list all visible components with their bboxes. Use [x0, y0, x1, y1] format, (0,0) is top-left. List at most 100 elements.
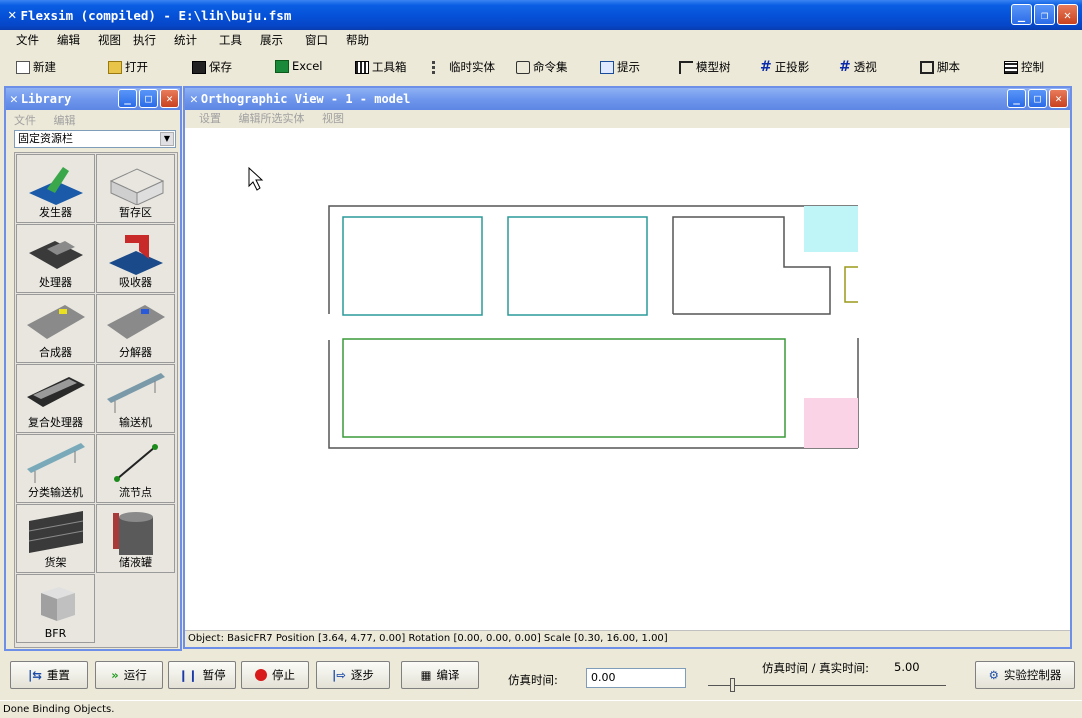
control-button[interactable]: 控制: [1004, 59, 1044, 75]
speed-ratio-label: 仿真时间 / 真实时间:: [762, 661, 870, 675]
menu-view[interactable]: 视图: [98, 32, 121, 48]
compile-icon: ▦: [420, 668, 432, 682]
library-menu-edit[interactable]: 编辑: [54, 114, 76, 127]
pause-icon: ❙❙: [178, 668, 198, 682]
area-box-1[interactable]: [342, 216, 483, 316]
outer-wall-top: [328, 205, 858, 314]
menu-file[interactable]: 文件: [16, 32, 39, 48]
library-item-sink[interactable]: 吸收器: [96, 224, 175, 293]
menu-statistics[interactable]: 统计: [174, 32, 197, 48]
maximize-icon[interactable]: □: [139, 89, 158, 108]
library-item-bfr[interactable]: BFR: [16, 574, 95, 643]
library-category-select[interactable]: 固定资源栏 ▼: [14, 130, 176, 148]
ortho-title-bar[interactable]: ✕ Orthographic View - 1 - model _ □ ✕: [185, 88, 1070, 110]
library-item-combiner[interactable]: 合成器: [16, 294, 95, 363]
flexsim-logo-icon: ✕: [8, 7, 17, 23]
conveyor-icon: [107, 373, 165, 413]
run-icon: »: [111, 668, 119, 682]
library-window: ✕ Library _ □ ✕ 文件 编辑 固定资源栏 ▼ 发生器 暂存区 处理…: [4, 86, 182, 651]
library-item-queue[interactable]: 暂存区: [96, 154, 175, 223]
library-title-bar[interactable]: ✕ Library _ □ ✕: [6, 88, 180, 110]
menu-help[interactable]: 帮助: [346, 32, 369, 48]
library-item-sort-conveyor[interactable]: 分类输送机: [16, 434, 95, 503]
area-box-large[interactable]: [342, 338, 786, 438]
excel-button[interactable]: Excel: [275, 59, 322, 73]
status-bar: Done Binding Objects.: [0, 700, 1082, 717]
minimize-icon[interactable]: _: [1007, 89, 1026, 108]
model-canvas[interactable]: [185, 128, 1070, 630]
library-item-conveyor[interactable]: 输送机: [96, 364, 175, 433]
toolbox-button[interactable]: 工具箱: [355, 59, 407, 75]
library-menu-file[interactable]: 文件: [14, 114, 36, 127]
speed-slider[interactable]: [708, 678, 946, 692]
perspective-grid-icon: #: [839, 59, 851, 75]
library-title: Library: [20, 92, 72, 106]
new-file-icon: [16, 60, 30, 74]
area-box-2[interactable]: [507, 216, 648, 316]
command-set-button[interactable]: 命令集: [516, 59, 568, 75]
experiment-controller-button[interactable]: ⚙ 实验控制器: [975, 661, 1075, 689]
ortho-menu-edit-selected[interactable]: 编辑所选实体: [239, 112, 305, 125]
close-icon[interactable]: ✕: [160, 89, 179, 108]
save-button[interactable]: 保存: [192, 59, 232, 75]
restore-icon[interactable]: ❐: [1034, 4, 1055, 25]
pause-button[interactable]: ❙❙ 暂停: [168, 661, 236, 689]
ortho-menu-view[interactable]: 视图: [322, 112, 344, 125]
rack-icon: [28, 511, 84, 553]
olive-fixed-resource[interactable]: [844, 266, 858, 303]
speed-slider-thumb[interactable]: [730, 678, 735, 692]
experiment-icon: ⚙: [988, 668, 999, 682]
library-item-multiprocessor[interactable]: 复合处理器: [16, 364, 95, 433]
flexsim-logo-icon: ✕: [10, 91, 18, 107]
pink-fixed-resource[interactable]: [804, 398, 858, 448]
minimize-icon[interactable]: _: [118, 89, 137, 108]
library-item-network-node[interactable]: 流节点: [96, 434, 175, 503]
ortho-button[interactable]: # 正投影: [760, 59, 809, 75]
main-title-bar[interactable]: ✕ Flexsim (compiled) - E:\lih\buju.fsm _…: [0, 0, 1082, 30]
minimize-icon[interactable]: _: [1011, 4, 1032, 25]
model-tree-button[interactable]: 模型树: [679, 59, 731, 75]
open-button[interactable]: 打开: [108, 59, 148, 75]
library-item-processor[interactable]: 处理器: [16, 224, 95, 293]
menu-tools[interactable]: 工具: [219, 32, 242, 48]
close-icon[interactable]: ✕: [1049, 89, 1068, 108]
ortho-status-line: Object: BasicFR7 Position [3.64, 4.77, 0…: [185, 630, 1070, 647]
tank-icon: [113, 512, 153, 555]
script-button[interactable]: 脚本: [920, 59, 960, 75]
combiner-icon: [27, 305, 85, 339]
flexsim-logo-icon: ✕: [190, 91, 198, 107]
menu-window[interactable]: 窗口: [305, 32, 328, 48]
toolbox-icon: [355, 60, 369, 74]
library-item-rack[interactable]: 货架: [16, 504, 95, 573]
library-item-separator[interactable]: 分解器: [96, 294, 175, 363]
perspective-button[interactable]: # 透视: [839, 59, 877, 75]
temp-entity-button[interactable]: 临时实体: [432, 59, 495, 75]
excel-icon: [275, 59, 289, 73]
chevron-down-icon[interactable]: ▼: [160, 132, 174, 146]
network-node-icon: [114, 444, 158, 482]
close-icon[interactable]: ✕: [1057, 4, 1078, 25]
new-button[interactable]: 新建: [16, 59, 56, 75]
cyan-fixed-resource[interactable]: [804, 206, 858, 252]
sink-icon: [109, 235, 163, 275]
save-disk-icon: [192, 60, 206, 74]
run-button[interactable]: » 运行: [95, 661, 163, 689]
library-item-source[interactable]: 发生器: [16, 154, 95, 223]
menu-execute[interactable]: 执行: [133, 32, 156, 48]
step-button[interactable]: |⇨ 逐步: [316, 661, 390, 689]
reset-button[interactable]: |⇆ 重置: [10, 661, 88, 689]
library-menu: 文件 编辑: [14, 112, 90, 128]
orthographic-view-window: ✕ Orthographic View - 1 - model _ □ ✕ 设置…: [183, 86, 1072, 649]
menu-edit[interactable]: 编辑: [57, 32, 80, 48]
menu-bar: 文件 编辑 视图 执行 统计 工具 展示 窗口 帮助: [0, 30, 1082, 50]
speed-ratio-value: 5.00: [894, 660, 920, 674]
library-item-tank[interactable]: 储液罐: [96, 504, 175, 573]
hint-button[interactable]: 提示: [600, 59, 640, 75]
maximize-icon[interactable]: □: [1028, 89, 1047, 108]
menu-presentation[interactable]: 展示: [260, 32, 283, 48]
ortho-menu-settings[interactable]: 设置: [199, 112, 221, 125]
stop-button[interactable]: 停止: [241, 661, 309, 689]
ortho-title: Orthographic View - 1 - model: [200, 92, 411, 106]
compile-button[interactable]: ▦ 编译: [401, 661, 479, 689]
bfr-cube-icon: [41, 587, 75, 621]
